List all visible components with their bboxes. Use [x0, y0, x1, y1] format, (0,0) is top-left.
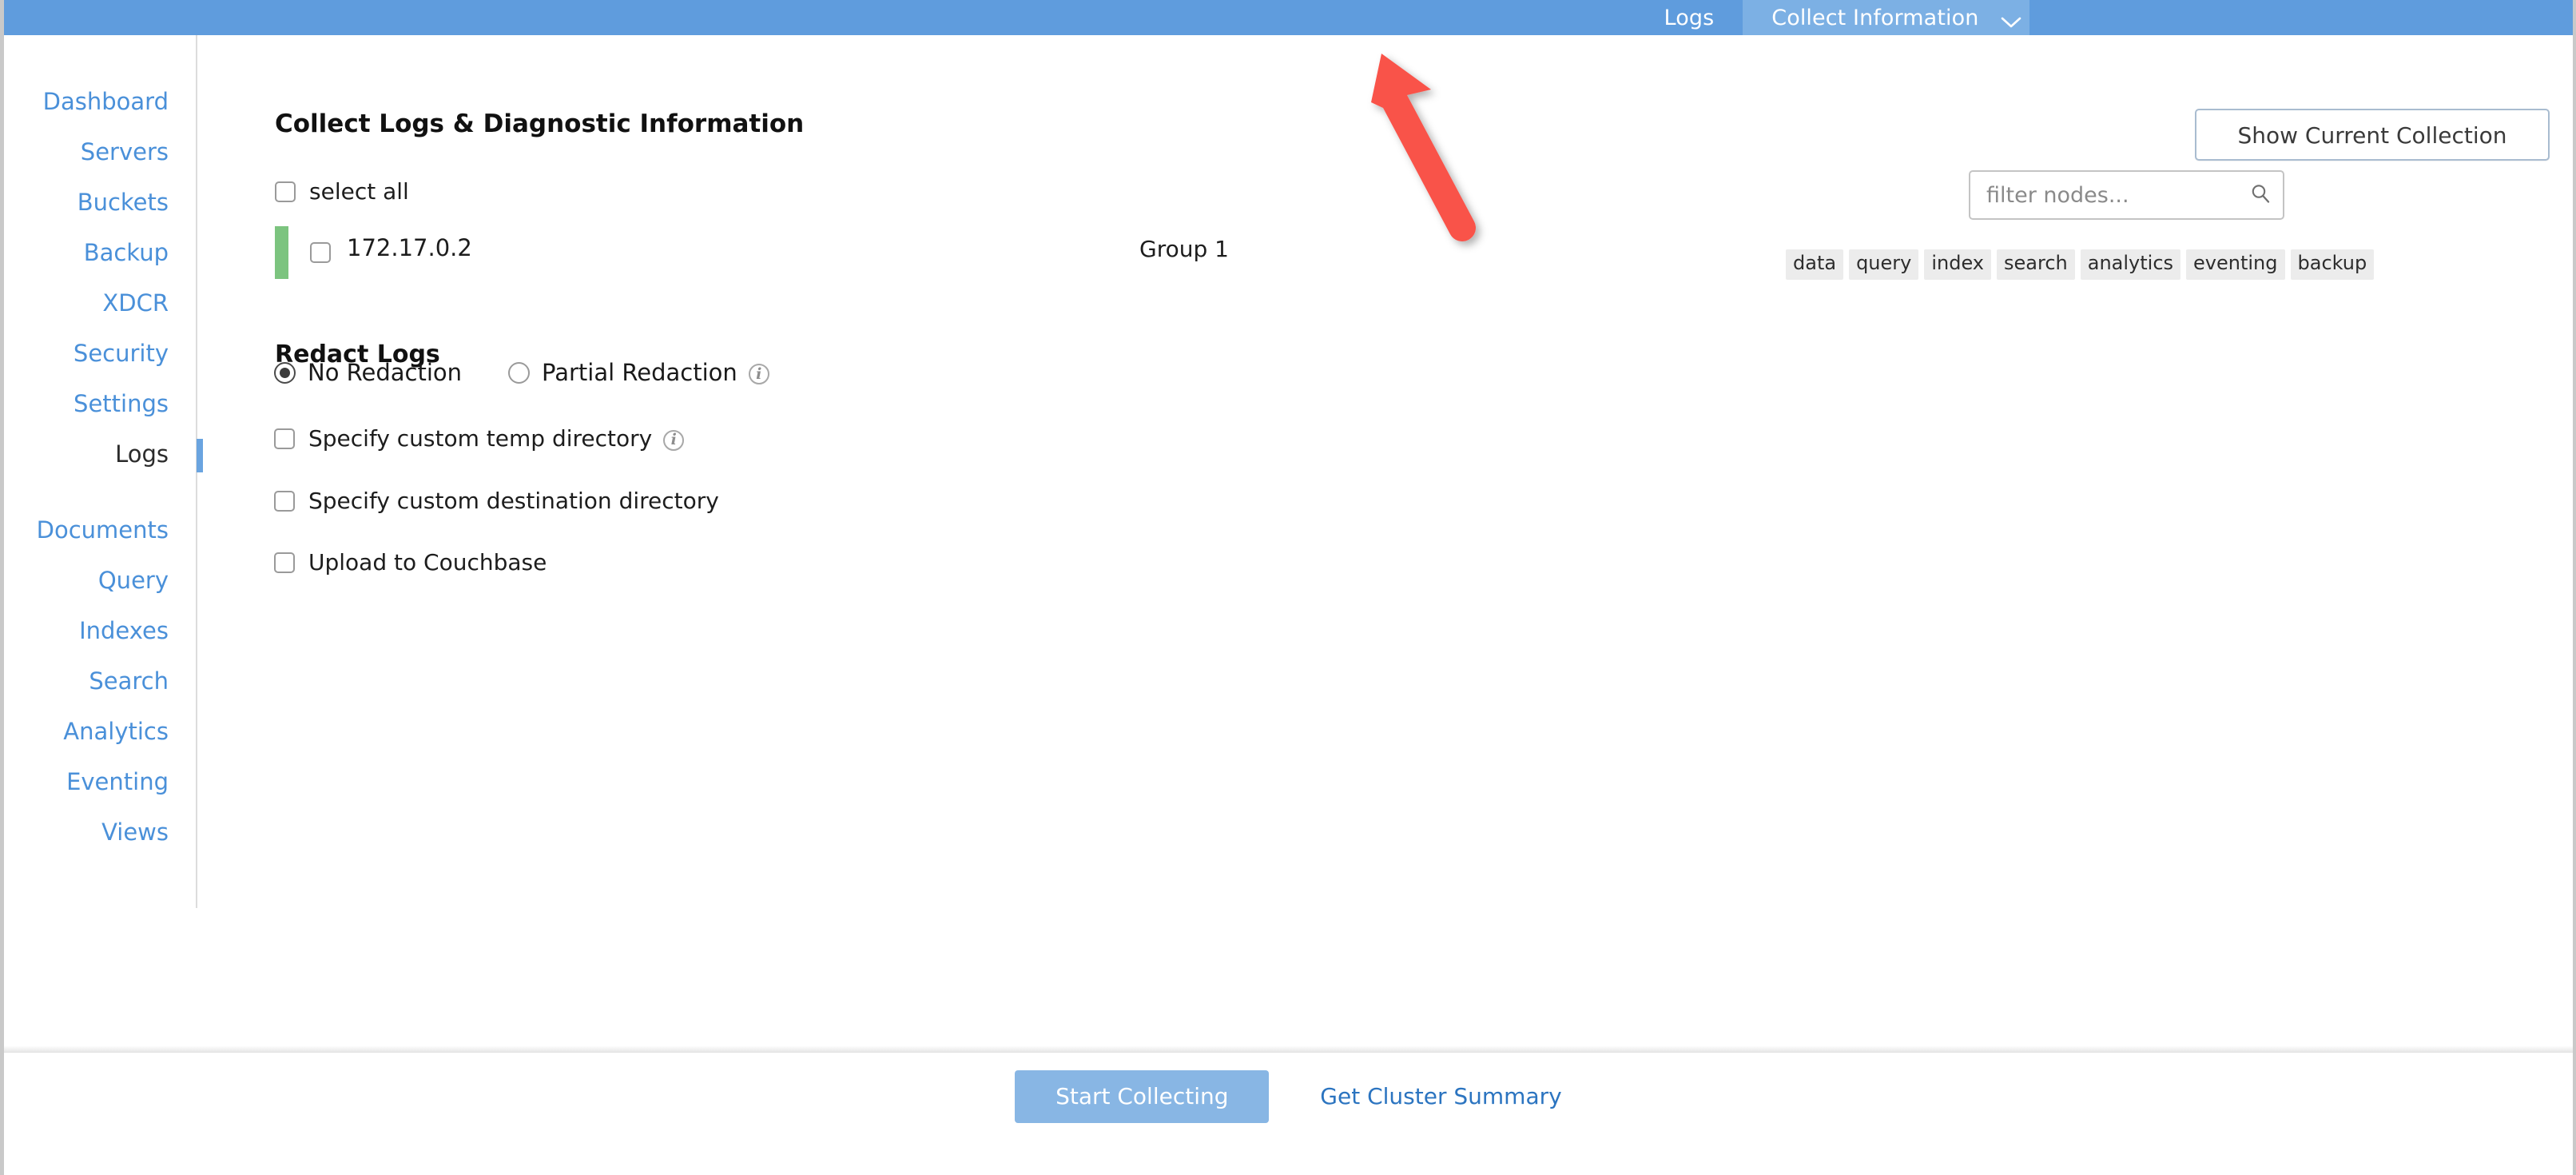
sidebar-item-documents[interactable]: Documents [4, 505, 196, 556]
sidebar-item-label: Views [101, 819, 169, 846]
sidebar-item-label: XDCR [102, 289, 169, 317]
redact-logs-options: No Redaction Partial Redaction i [274, 359, 769, 386]
sidebar-item-servers[interactable]: Servers [4, 127, 196, 177]
sidebar-item-label: Servers [80, 138, 169, 165]
page-title: Collect Logs & Diagnostic Information [275, 109, 805, 138]
select-all-checkbox[interactable] [275, 181, 296, 202]
select-all-label: select all [309, 178, 409, 205]
radio-no-redaction-label: No Redaction [308, 359, 463, 386]
sidebar-item-settings[interactable]: Settings [4, 379, 196, 429]
specify-custom-temp-directory-label: Specify custom temp directory [308, 425, 653, 452]
radio-partial-redaction[interactable] [508, 361, 531, 384]
service-badge-eventing: eventing [2186, 249, 2285, 280]
upload-to-couchbase-row[interactable]: Upload to Couchbase [274, 549, 547, 576]
sidebar-item-views[interactable]: Views [4, 807, 196, 858]
node-hostname: 172.17.0.2 [347, 234, 472, 261]
tab-logs-label: Logs [1664, 5, 1715, 30]
service-badge-search: search [1997, 249, 2075, 280]
service-badge-query: query [1849, 249, 1919, 280]
sidebar-item-label: Indexes [79, 617, 169, 644]
sidebar-item-label: Logs [115, 440, 169, 468]
info-icon-partial-redaction[interactable]: i [748, 364, 769, 384]
footer-divider [4, 1046, 2573, 1053]
sidebar-item-indexes[interactable]: Indexes [4, 606, 196, 656]
sidebar: Dashboard Servers Buckets Backup XDCR Se… [4, 35, 203, 908]
search-icon[interactable] [2249, 182, 2272, 208]
specify-custom-temp-directory-row[interactable]: Specify custom temp directory i [274, 425, 685, 452]
specify-custom-destination-directory-row[interactable]: Specify custom destination directory [274, 488, 719, 514]
sidebar-item-label: Buckets [77, 189, 169, 216]
app-window: Logs Collect Information Dashboard Serve… [0, 0, 2576, 1175]
node-status-indicator [275, 226, 288, 279]
top-navigation-bar: Logs Collect Information [4, 0, 2573, 35]
sidebar-item-logs[interactable]: Logs [4, 429, 203, 480]
tab-collect-information-label: Collect Information [1771, 5, 1979, 30]
get-cluster-summary-link[interactable]: Get Cluster Summary [1320, 1083, 1561, 1109]
service-badge-index: index [1924, 249, 1992, 280]
start-collecting-button[interactable]: Start Collecting [1015, 1069, 1270, 1123]
filter-nodes-field[interactable] [1969, 170, 2284, 220]
sidebar-item-eventing[interactable]: Eventing [4, 757, 196, 807]
sidebar-group-divider [4, 480, 196, 505]
sidebar-item-xdcr[interactable]: XDCR [4, 278, 196, 329]
sidebar-item-analytics[interactable]: Analytics [4, 707, 196, 757]
tab-logs[interactable]: Logs [1636, 0, 1743, 35]
sidebar-item-label: Analytics [63, 718, 169, 745]
sidebar-item-label: Backup [83, 239, 169, 266]
upload-to-couchbase-checkbox[interactable] [274, 552, 295, 573]
info-icon-temp-directory[interactable]: i [663, 429, 685, 451]
service-badge-data: data [1786, 249, 1844, 280]
sidebar-item-label: Eventing [66, 768, 169, 795]
sidebar-item-dashboard[interactable]: Dashboard [4, 77, 196, 127]
specify-custom-temp-directory-checkbox[interactable] [274, 428, 295, 449]
footer-action-bar: Start Collecting Get Cluster Summary [4, 1053, 2573, 1140]
service-badge-backup: backup [2290, 249, 2375, 280]
node-group-label: Group 1 [1139, 236, 1229, 262]
show-current-collection-button[interactable]: Show Current Collection [2195, 109, 2550, 161]
sidebar-item-buckets[interactable]: Buckets [4, 177, 196, 228]
sidebar-item-label: Search [89, 667, 169, 695]
sidebar-item-security[interactable]: Security [4, 329, 196, 379]
sidebar-item-label: Settings [74, 390, 169, 417]
tab-collect-information[interactable]: Collect Information [1743, 0, 2030, 35]
service-badge-analytics: analytics [2080, 249, 2181, 280]
sidebar-item-backup[interactable]: Backup [4, 228, 196, 278]
main-content: Collect Logs & Diagnostic Information Sh… [199, 35, 2573, 1175]
radio-no-redaction[interactable] [274, 361, 296, 384]
select-all-row[interactable]: select all [275, 178, 409, 205]
sidebar-item-label: Security [73, 340, 169, 367]
header-spacer [547, 0, 1636, 35]
service-badges: data query index search analytics eventi… [1786, 249, 2375, 280]
upload-to-couchbase-label: Upload to Couchbase [308, 549, 547, 576]
sidebar-item-query[interactable]: Query [4, 556, 196, 606]
sidebar-item-label: Query [97, 567, 169, 594]
sidebar-item-label: Documents [36, 516, 169, 544]
specify-custom-destination-directory-label: Specify custom destination directory [308, 488, 719, 514]
filter-nodes-input[interactable] [1985, 181, 2243, 209]
specify-custom-destination-directory-checkbox[interactable] [274, 490, 295, 512]
sidebar-item-label: Dashboard [42, 88, 169, 115]
radio-partial-redaction-label: Partial Redaction [542, 359, 737, 386]
node-checkbox[interactable] [310, 242, 331, 263]
sidebar-item-search[interactable]: Search [4, 656, 196, 707]
